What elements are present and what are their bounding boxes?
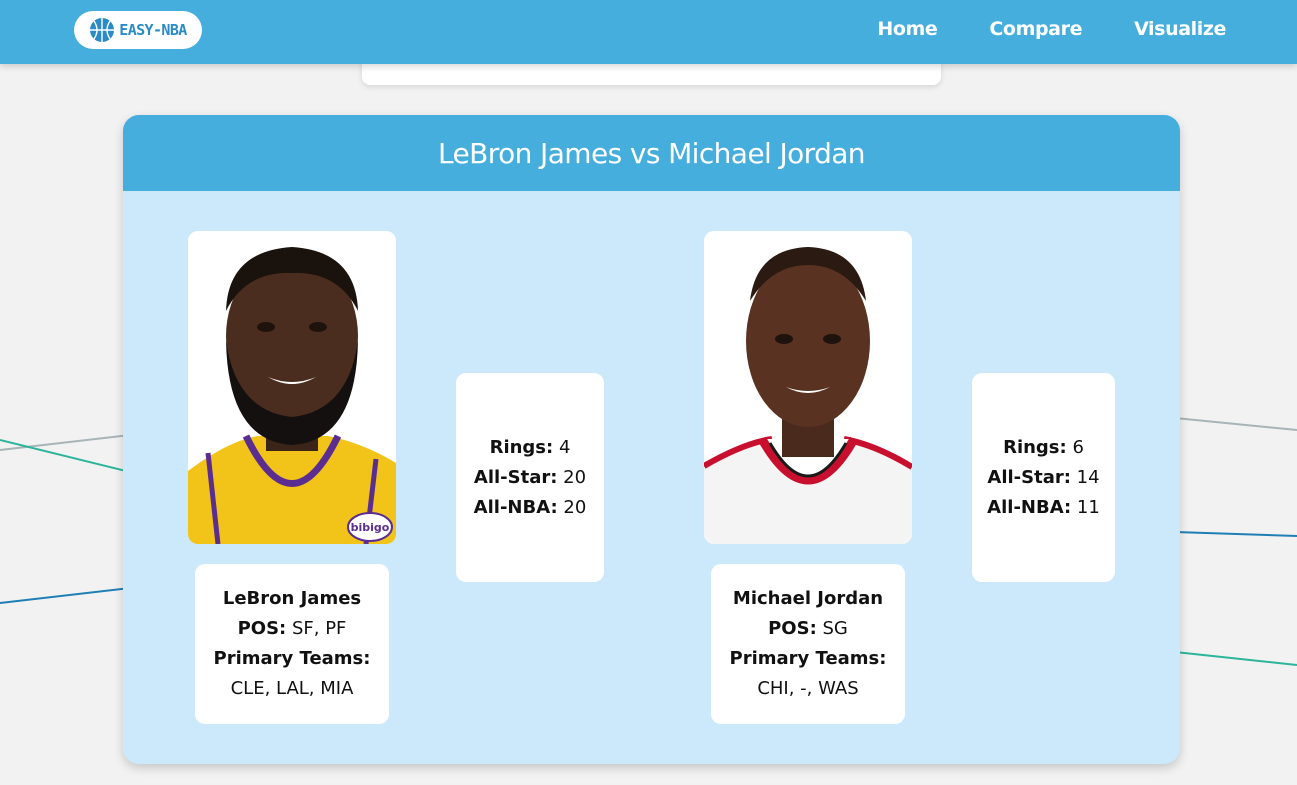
comparison-card: LeBron James vs Michael Jordan bibigo Ri… — [123, 115, 1180, 764]
player-1-photo: bibigo — [188, 231, 396, 544]
player-2-teams-label: Primary Teams: — [729, 648, 887, 669]
nav-links: Home Compare Visualize — [877, 0, 1226, 58]
player-2-allnba: All-NBA: 11 — [987, 496, 1100, 518]
jersey-sponsor-text: bibigo — [351, 521, 390, 534]
player-1-info: LeBron James POS: SF, PF Primary Teams: … — [195, 564, 389, 724]
player-2-rings: Rings: 6 — [1003, 436, 1084, 458]
logo-text: EASY-NBA — [119, 21, 187, 39]
nav-home-link[interactable]: Home — [877, 18, 937, 40]
player-2-info: Michael Jordan POS: SG Primary Teams: CH… — [711, 564, 905, 724]
comparison-header: LeBron James vs Michael Jordan — [123, 115, 1180, 191]
player-2-photo — [704, 231, 912, 544]
navbar: EASY-NBA Home Compare Visualize — [0, 0, 1297, 64]
player-1-allstar: All-Star: 20 — [473, 466, 587, 488]
player-2-stats: Rings: 6 All-Star: 14 All-NBA: 11 — [972, 373, 1115, 582]
player-1-allnba: All-NBA: 20 — [473, 496, 587, 518]
player-1-name: LeBron James — [222, 588, 362, 609]
player-2-name: Michael Jordan — [732, 588, 884, 609]
player-1-teams: CLE, LAL, MIA — [230, 678, 354, 699]
player-2-allstar: All-Star: 14 — [987, 466, 1100, 488]
nav-visualize-link[interactable]: Visualize — [1134, 18, 1226, 40]
player-2-teams: CHI, -, WAS — [757, 678, 859, 699]
player-1-stats: Rings: 4 All-Star: 20 All-NBA: 20 — [456, 373, 604, 582]
site-logo[interactable]: EASY-NBA — [74, 11, 202, 49]
player-1-position: POS: SF, PF — [237, 618, 347, 639]
basketball-icon — [90, 18, 115, 42]
player-1-rings: Rings: 4 — [489, 436, 571, 458]
player-1-teams-label: Primary Teams: — [213, 648, 371, 669]
comparison-title: LeBron James vs Michael Jordan — [438, 136, 866, 170]
nav-compare-link[interactable]: Compare — [989, 18, 1082, 40]
player-2-position: POS: SG — [768, 618, 848, 639]
